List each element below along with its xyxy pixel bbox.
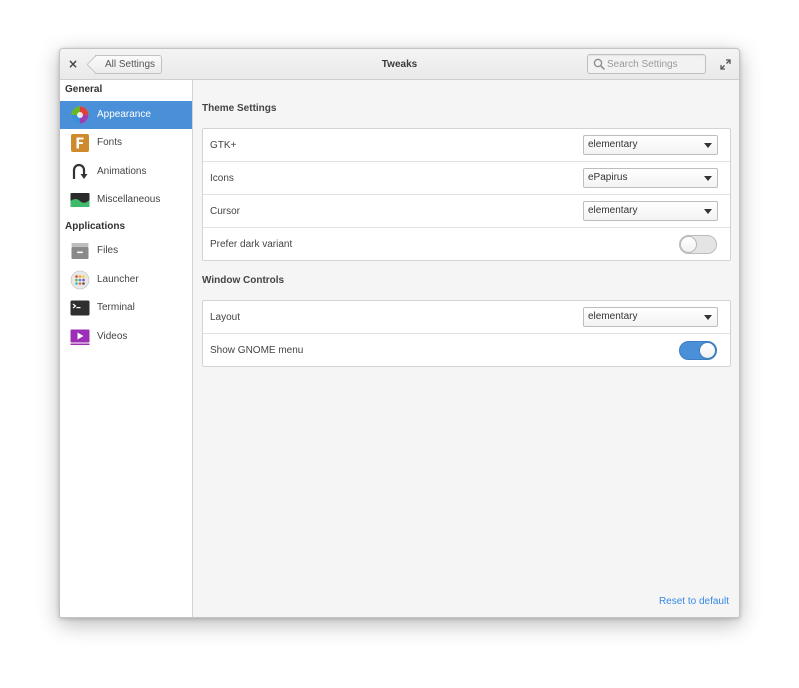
search-input[interactable]: [607, 56, 703, 72]
sidebar: General Appearance Fonts Animations Misc…: [60, 80, 193, 617]
sidebar-item-label: Animations: [97, 166, 147, 177]
sidebar-item-terminal[interactable]: Terminal: [60, 294, 192, 322]
cursor-theme-value: elementary: [588, 205, 638, 216]
sidebar-header-general: General: [65, 84, 103, 95]
layout-dropdown[interactable]: elementary: [583, 307, 718, 327]
dark-variant-switch[interactable]: [679, 235, 717, 254]
close-button[interactable]: ×: [66, 57, 80, 71]
miscellaneous-icon: [70, 193, 90, 207]
launcher-icon: [70, 270, 90, 290]
appearance-icon: [71, 106, 89, 124]
icons-label: Icons: [210, 173, 234, 184]
content-pane: Theme Settings GTK+ elementary Icons ePa…: [194, 80, 739, 617]
search-icon: [593, 58, 605, 70]
sidebar-item-appearance[interactable]: Appearance: [60, 101, 192, 129]
reset-to-default-link[interactable]: Reset to default: [659, 596, 729, 607]
sidebar-item-files[interactable]: Files: [60, 237, 192, 265]
dropdown-arrow-icon: [704, 176, 712, 181]
gtk-theme-value: elementary: [588, 139, 638, 150]
dropdown-arrow-icon: [704, 143, 712, 148]
cursor-theme-dropdown[interactable]: elementary: [583, 201, 718, 221]
gtk-label: GTK+: [210, 140, 237, 151]
sidebar-item-animations[interactable]: Animations: [60, 158, 192, 186]
gnome-menu-switch[interactable]: [679, 341, 717, 360]
sidebar-item-label: Launcher: [97, 274, 139, 285]
window-controls-list: Layout elementary Show GNOME menu: [202, 300, 731, 367]
dropdown-arrow-icon: [704, 315, 712, 320]
search-box[interactable]: [587, 54, 706, 74]
animations-icon: [72, 163, 88, 179]
videos-icon: [70, 329, 90, 345]
sidebar-item-videos[interactable]: Videos: [60, 323, 192, 351]
switch-knob: [699, 342, 716, 359]
layout-label: Layout: [210, 312, 241, 323]
sidebar-item-label: Files: [97, 245, 119, 256]
theme-settings-list: GTK+ elementary Icons ePapirus Cursor el…: [202, 128, 731, 261]
sidebar-item-label: Miscellaneous: [97, 194, 161, 205]
sidebar-item-label: Videos: [97, 331, 128, 342]
maximize-icon[interactable]: [720, 59, 731, 70]
gnome-menu-label: Show GNOME menu: [210, 345, 304, 356]
layout-row: Layout elementary: [203, 301, 730, 334]
all-settings-back-button[interactable]: All Settings: [95, 55, 163, 74]
gtk-row: GTK+ elementary: [203, 129, 730, 162]
icons-theme-dropdown[interactable]: ePapirus: [583, 168, 718, 188]
fonts-icon: [71, 134, 89, 152]
sidebar-item-launcher[interactable]: Launcher: [60, 266, 192, 294]
icons-row: Icons ePapirus: [203, 162, 730, 195]
icons-theme-value: ePapirus: [588, 172, 628, 183]
sidebar-item-label: Appearance: [97, 109, 151, 120]
cursor-label: Cursor: [210, 206, 241, 217]
theme-settings-title: Theme Settings: [202, 103, 277, 114]
window-controls-title: Window Controls: [202, 275, 285, 286]
sidebar-item-label: Fonts: [97, 137, 123, 148]
switch-knob: [680, 236, 697, 253]
sidebar-header-applications: Applications: [65, 221, 126, 232]
gtk-theme-dropdown[interactable]: elementary: [583, 135, 718, 155]
back-button-label: All Settings: [105, 59, 156, 70]
dark-variant-label: Prefer dark variant: [210, 239, 293, 250]
titlebar: × All Settings Tweaks: [60, 49, 739, 80]
sidebar-item-fonts[interactable]: Fonts: [60, 129, 192, 157]
sidebar-item-miscellaneous[interactable]: Miscellaneous: [60, 186, 192, 214]
cursor-row: Cursor elementary: [203, 195, 730, 228]
sidebar-item-label: Terminal: [97, 302, 135, 313]
dropdown-arrow-icon: [704, 209, 712, 214]
tweaks-window: × All Settings Tweaks General: [59, 48, 740, 618]
files-icon: [71, 243, 89, 259]
terminal-icon: [70, 300, 90, 316]
layout-value: elementary: [588, 311, 638, 322]
dark-variant-row: Prefer dark variant: [203, 228, 730, 260]
gnome-menu-row: Show GNOME menu: [203, 334, 730, 366]
close-icon: ×: [67, 57, 79, 71]
